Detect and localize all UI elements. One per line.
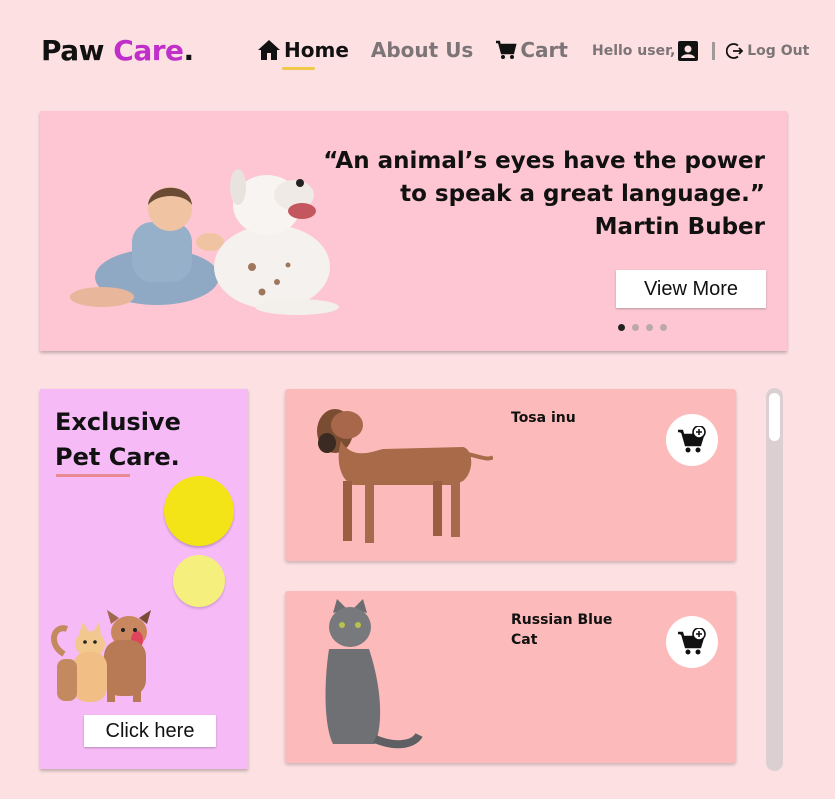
greeting-text: Hello user, xyxy=(592,43,676,59)
header-separator xyxy=(712,42,716,60)
nav-cart-label: Cart xyxy=(520,38,568,62)
view-more-button[interactable]: View More xyxy=(616,270,766,308)
nav-home[interactable]: Home xyxy=(257,38,349,70)
logo[interactable]: Paw Care. xyxy=(41,34,194,67)
promo-panel: Exclusive Pet Care. Click here xyxy=(40,389,248,769)
logout-icon xyxy=(726,43,744,59)
carousel-dot[interactable] xyxy=(618,324,625,331)
promo-title-line1: Exclusive xyxy=(55,408,181,436)
decorative-circle-small xyxy=(173,555,225,607)
carousel-indicators xyxy=(618,324,674,331)
nav-about-us[interactable]: About Us xyxy=(371,38,473,62)
add-to-cart-icon xyxy=(678,426,706,453)
logout-label: Log Out xyxy=(747,43,810,59)
main-nav: Home About Us Cart xyxy=(257,38,568,70)
logo-primary: Paw xyxy=(41,34,105,67)
add-to-cart-button[interactable] xyxy=(666,616,718,668)
logo-accent: Care xyxy=(113,34,184,67)
add-to-cart-icon xyxy=(678,628,706,655)
product-card[interactable]: Russian Blue Cat xyxy=(285,591,736,763)
carousel-dot[interactable] xyxy=(646,324,653,331)
click-here-button[interactable]: Click here xyxy=(84,715,216,747)
active-nav-underline xyxy=(282,67,315,70)
product-card[interactable]: Tosa inu xyxy=(285,389,736,561)
nav-about-label: About Us xyxy=(370,38,474,62)
logout-button[interactable]: Log Out xyxy=(726,42,809,60)
cat-image xyxy=(325,599,423,749)
carousel-dot[interactable] xyxy=(632,324,639,331)
scrollbar-thumb[interactable] xyxy=(769,393,780,441)
user-area: Hello user, Log Out xyxy=(592,41,809,61)
product-name: Russian Blue Cat xyxy=(511,612,613,648)
promo-title: Exclusive Pet Care. xyxy=(55,405,181,475)
user-avatar-icon[interactable] xyxy=(678,41,699,61)
nav-cart[interactable]: Cart xyxy=(495,38,568,62)
hero-quote: “An animal’s eyes have the power to spea… xyxy=(295,145,765,244)
cat-and-dog-illustration xyxy=(51,610,151,702)
quote-text: “An animal’s eyes have the power to spea… xyxy=(323,148,765,207)
home-icon xyxy=(258,40,280,60)
product-name: Tosa inu xyxy=(511,410,576,426)
product-list-scrollbar[interactable] xyxy=(766,388,783,771)
hero-banner: “An animal’s eyes have the power to spea… xyxy=(40,111,787,351)
cart-icon xyxy=(496,40,517,59)
promo-underline xyxy=(56,474,130,477)
carousel-dot[interactable] xyxy=(660,324,667,331)
logo-dot: . xyxy=(183,34,195,67)
add-to-cart-button[interactable] xyxy=(666,414,718,466)
decorative-circle-large xyxy=(164,476,234,546)
dog-image xyxy=(317,409,493,543)
nav-home-label: Home xyxy=(284,38,349,62)
promo-title-line2: Pet Care. xyxy=(55,443,180,471)
quote-author: Martin Buber xyxy=(594,214,765,240)
